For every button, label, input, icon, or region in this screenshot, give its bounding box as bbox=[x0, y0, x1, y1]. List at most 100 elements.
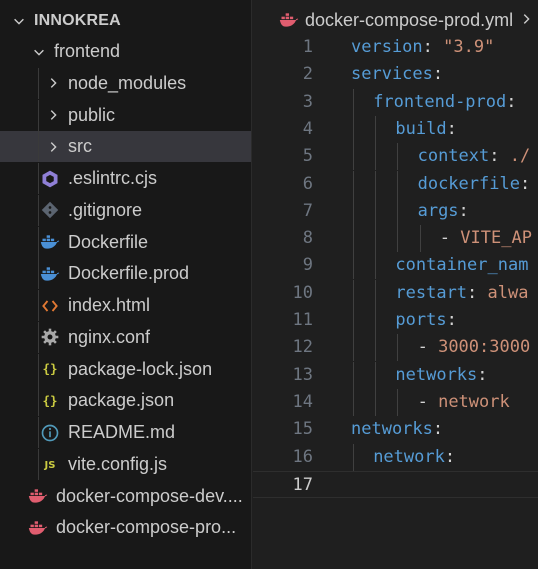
indent-guide bbox=[375, 143, 377, 171]
indent-guide bbox=[353, 361, 354, 389]
tree-item-package-lock-json[interactable]: {} package-lock.json bbox=[0, 353, 251, 385]
code-line: 11 ports: bbox=[253, 307, 538, 334]
yaml-key: context bbox=[417, 146, 490, 167]
tree-item-label: index.html bbox=[68, 295, 151, 315]
indent-guide bbox=[397, 143, 399, 171]
explorer-root[interactable]: INNOKREA bbox=[0, 5, 251, 36]
line-number: 6 bbox=[302, 173, 313, 194]
indent-guide bbox=[375, 307, 377, 334]
tree-item-readme-md[interactable]: README.md bbox=[0, 417, 251, 448]
indent-guide bbox=[353, 279, 354, 307]
tree-item-label: nginx.conf bbox=[68, 326, 151, 347]
code-line: 13 networks: bbox=[253, 361, 538, 389]
tree-item-dockerfile[interactable]: Dockerfile bbox=[0, 226, 251, 258]
code-line: 8 - VITE_AP bbox=[253, 225, 538, 253]
indent-guide bbox=[353, 388, 354, 416]
tree-item-src[interactable]: src bbox=[0, 131, 251, 163]
code-text: networks: bbox=[395, 362, 487, 389]
indent-guide bbox=[353, 115, 354, 143]
json-icon: {} bbox=[40, 359, 60, 379]
yaml-punct: : bbox=[446, 310, 457, 330]
tree-item-gitignore[interactable]: .gitignore bbox=[0, 194, 251, 226]
tree-item-frontend[interactable]: frontend bbox=[0, 36, 251, 67]
line-number: 3 bbox=[302, 91, 313, 112]
code-area[interactable]: 1 version: "3.9" 2 services: 3 frontend-prod:… bbox=[253, 34, 538, 569]
indent-guide bbox=[375, 197, 377, 225]
yaml-punct: : bbox=[467, 282, 488, 303]
yaml-key: restart bbox=[395, 282, 468, 303]
indent-guide bbox=[38, 417, 39, 448]
chevron-right-icon bbox=[519, 10, 533, 31]
code-line: 6 dockerfile: bbox=[253, 170, 538, 198]
tree-item-public[interactable]: public bbox=[0, 99, 251, 131]
svg-text:{}: {} bbox=[42, 393, 57, 408]
git-icon bbox=[40, 200, 60, 220]
editor: docker-compose-prod.yml 1 version: "3.9" 2… bbox=[253, 0, 538, 569]
yaml-key: frontend-prod bbox=[373, 91, 507, 112]
tree-item-docker-compose-pro[interactable]: docker-compose-pro... bbox=[0, 512, 251, 543]
code-text: version: "3.9" bbox=[351, 34, 494, 61]
yaml-key: dockerfile bbox=[417, 173, 520, 194]
svg-text:{}: {} bbox=[42, 361, 57, 376]
line-number: 10 bbox=[292, 282, 313, 303]
yaml-punct: : bbox=[446, 118, 457, 139]
svg-text:JS: JS bbox=[44, 460, 56, 471]
code-text: - 3000:3000 bbox=[418, 334, 531, 361]
code-line: 1 version: "3.9" bbox=[253, 34, 538, 61]
tree-item-label: package-lock.json bbox=[68, 358, 213, 379]
indent-guide bbox=[375, 252, 377, 280]
code-line: 16 network: bbox=[253, 443, 538, 471]
code-line: 2 services: bbox=[253, 61, 538, 88]
line-number: 11 bbox=[292, 310, 313, 330]
tree-item-label: src bbox=[68, 136, 92, 157]
indent-guide bbox=[375, 170, 377, 198]
indent-guide bbox=[375, 334, 377, 362]
yaml-key: networks bbox=[351, 419, 433, 440]
code-text: services: bbox=[351, 61, 443, 88]
indent-guide bbox=[375, 279, 377, 307]
yaml-punct: : bbox=[444, 446, 456, 467]
indent-guide bbox=[38, 226, 39, 258]
tree-item-eslintrc-cjs[interactable]: .eslintrc.cjs bbox=[0, 163, 251, 194]
docker-icon bbox=[40, 232, 60, 252]
tree-item-label: README.md bbox=[68, 422, 176, 442]
indent-guide bbox=[38, 131, 39, 163]
yaml-punct: - bbox=[417, 391, 439, 412]
tree-item-dockerfile-prod[interactable]: Dockerfile.prod bbox=[0, 258, 251, 290]
yaml-value: "3.9" bbox=[443, 37, 495, 57]
yaml-punct: : bbox=[458, 200, 469, 221]
tree-item-index-html[interactable]: index.html bbox=[0, 290, 251, 321]
code-text: container_nam bbox=[395, 252, 528, 279]
yaml-key: build bbox=[395, 118, 447, 139]
indent-guide bbox=[397, 334, 399, 362]
tree-item-label: package.json bbox=[68, 390, 175, 411]
js-icon: JS bbox=[40, 454, 60, 474]
indent-guide bbox=[38, 290, 39, 321]
indent-guide bbox=[375, 388, 377, 416]
code-text: network: bbox=[373, 444, 455, 471]
tree-item-nginx-conf[interactable]: nginx.conf bbox=[0, 321, 251, 353]
yaml-key: services bbox=[351, 64, 433, 85]
tree-item-package-json[interactable]: {} package.json bbox=[0, 385, 251, 417]
docker-icon bbox=[40, 264, 60, 284]
tree-item-vite-config-js[interactable]: JS vite.config.js bbox=[0, 448, 251, 480]
line-number: 5 bbox=[302, 146, 313, 167]
yaml-punct: - bbox=[439, 228, 461, 249]
code-text: ports: bbox=[395, 307, 456, 334]
tree-item-docker-compose-dev[interactable]: docker-compose-dev.... bbox=[0, 481, 251, 512]
code-text: - VITE_AP bbox=[440, 225, 532, 252]
chevron-down-icon bbox=[32, 45, 46, 59]
yaml-punct: : bbox=[519, 173, 531, 194]
code-line: 15 networks: bbox=[253, 416, 538, 443]
tree-item-label: node_modules bbox=[68, 72, 187, 93]
yaml-value: ./ bbox=[509, 146, 531, 167]
tree-item-label: .gitignore bbox=[68, 199, 143, 220]
line-number: 12 bbox=[292, 337, 313, 358]
gear-icon bbox=[40, 327, 60, 347]
indent-guide bbox=[353, 443, 354, 471]
indent-guide bbox=[397, 170, 399, 198]
html-icon bbox=[40, 296, 60, 316]
indent-guide bbox=[353, 225, 354, 253]
yaml-punct: : bbox=[506, 91, 517, 112]
tree-item-node-modules[interactable]: node_modules bbox=[0, 67, 251, 99]
